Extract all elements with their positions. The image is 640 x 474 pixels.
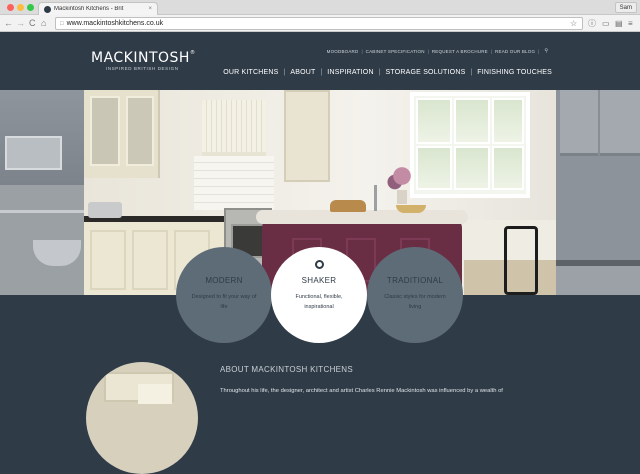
window-extension-icon[interactable]: ▤: [615, 18, 623, 29]
tiled-splashback: [194, 156, 274, 210]
style-description: Designed to fit your way of life: [191, 294, 257, 310]
vase: [397, 190, 407, 204]
profile-button[interactable]: Sam: [614, 2, 637, 13]
forward-arrow-icon[interactable]: →: [16, 18, 25, 29]
browser-tab-bar: Mackintosh Kitchens - Brit × Sam: [0, 0, 640, 15]
util-divider: |: [538, 48, 540, 54]
toaster: [88, 202, 122, 218]
util-link-request-brochure[interactable]: REQUEST A BROCHURE: [432, 49, 488, 54]
logo-registered-mark: ®: [189, 50, 196, 56]
home-icon[interactable]: ⌂: [41, 18, 46, 29]
cabinet-door: [132, 230, 168, 290]
shaker-knob-icon: [315, 260, 324, 269]
prev-slide-frame: [5, 136, 62, 170]
style-title: TRADITIONAL: [386, 276, 444, 285]
logo-tagline: INSPIRED BRITISH DESIGN: [106, 66, 179, 71]
nav-storage-solutions[interactable]: STORAGE SOLUTIONS: [386, 69, 466, 76]
util-link-cabinet-specification[interactable]: CABINET SPECIFICATION: [366, 49, 425, 54]
cabinet-glass: [90, 96, 120, 166]
nav-our-kitchens[interactable]: OUR KITCHENS: [223, 69, 278, 76]
style-title: SHAKER: [301, 276, 337, 285]
next-slide-cabinet: [560, 90, 640, 156]
utility-nav: MOODBOARD | CABINET SPECIFICATION | REQU…: [327, 48, 548, 54]
window-pane: [416, 146, 452, 190]
style-title: MODERN: [205, 276, 243, 285]
style-traditional-circle[interactable]: TRADITIONAL Classic styles for modern li…: [367, 247, 463, 343]
bookmark-star-icon[interactable]: ☆: [570, 18, 577, 29]
nav-finishing-touches[interactable]: FINISHING TOUCHES: [477, 69, 552, 76]
next-slide-door-line: [598, 90, 600, 156]
fruit-bowl: [396, 205, 426, 213]
browser-menu-icon[interactable]: ≡: [628, 18, 633, 29]
dining-chair: [504, 226, 538, 295]
main-nav: OUR KITCHENS | ABOUT | INSPIRATION | STO…: [223, 69, 552, 76]
nav-divider: |: [283, 69, 286, 76]
address-bar[interactable]: □ www.mackintoshkitchens.co.uk: [55, 17, 583, 30]
close-window-button[interactable]: [7, 4, 14, 11]
site-header: MACKINTOSH® INSPIRED BRITISH DESIGN MOOD…: [0, 32, 640, 90]
cast-extension-icon[interactable]: ▭: [602, 18, 610, 29]
hero-prev-slide[interactable]: [0, 90, 84, 295]
bread-board: [330, 200, 366, 212]
about-paragraph: Throughout his life, the designer, archi…: [220, 388, 503, 394]
window-pane: [454, 146, 490, 190]
nav-divider: |: [320, 69, 323, 76]
site-logo[interactable]: MACKINTOSH®: [91, 50, 195, 66]
browser-toolbar: ← → C ⌂ □ www.mackintoshkitchens.co.uk ☆…: [0, 15, 640, 32]
style-description: Functional, flexible, inspirational: [295, 294, 343, 310]
about-heading: ABOUT MACKINTOSH KITCHENS: [220, 365, 353, 374]
cabinet-glass: [126, 96, 154, 166]
page-info-icon[interactable]: □: [60, 21, 64, 27]
hero-next-slide[interactable]: [556, 90, 640, 295]
util-link-read-blog[interactable]: READ OUR BLOG: [495, 49, 535, 54]
next-slide-base: [556, 266, 640, 295]
style-shaker-circle[interactable]: SHAKER Functional, flexible, inspiration…: [271, 247, 367, 343]
site-favicon-icon: [44, 5, 51, 13]
util-link-moodboard[interactable]: MOODBOARD: [327, 49, 359, 54]
cabinet-door: [90, 230, 126, 290]
kitchen-window: [410, 92, 530, 198]
info-extension-icon[interactable]: ⓘ: [588, 18, 596, 29]
window-pane: [492, 146, 524, 190]
tab-close-icon[interactable]: ×: [148, 6, 152, 12]
nav-divider: |: [470, 69, 473, 76]
about-thumbnail-image: [86, 362, 198, 474]
search-icon[interactable]: ⚲: [544, 48, 548, 54]
util-divider: |: [427, 48, 429, 54]
util-divider: |: [490, 48, 493, 54]
cooker-hood: [202, 100, 266, 156]
window-pane: [454, 98, 490, 144]
reload-icon[interactable]: C: [29, 18, 36, 29]
maximize-window-button[interactable]: [27, 4, 34, 11]
thumbnail-hood: [138, 384, 172, 404]
style-modern-circle[interactable]: MODERN Designed to fit your way of life: [176, 247, 272, 343]
util-divider: |: [361, 48, 363, 54]
window-pane: [492, 98, 524, 144]
nav-inspiration[interactable]: INSPIRATION: [327, 69, 373, 76]
window-pane: [416, 98, 452, 144]
kitchen-tap: [374, 185, 377, 211]
nav-about[interactable]: ABOUT: [290, 69, 315, 76]
glass-wall-cabinet: [84, 90, 160, 178]
tab-title: Mackintosh Kitchens - Brit: [54, 6, 124, 12]
back-arrow-icon[interactable]: ←: [4, 18, 13, 29]
url-text[interactable]: www.mackintoshkitchens.co.uk: [67, 20, 163, 27]
minimize-window-button[interactable]: [17, 4, 24, 11]
wall-cabinet: [284, 90, 330, 182]
island-worktop: [256, 210, 468, 224]
style-description: Classic styles for modern living: [384, 294, 446, 310]
prev-slide-shelf: [0, 210, 84, 213]
browser-tab[interactable]: Mackintosh Kitchens - Brit ×: [38, 2, 158, 15]
nav-divider: |: [378, 69, 381, 76]
logo-wordmark[interactable]: MACKINTOSH: [91, 50, 190, 66]
